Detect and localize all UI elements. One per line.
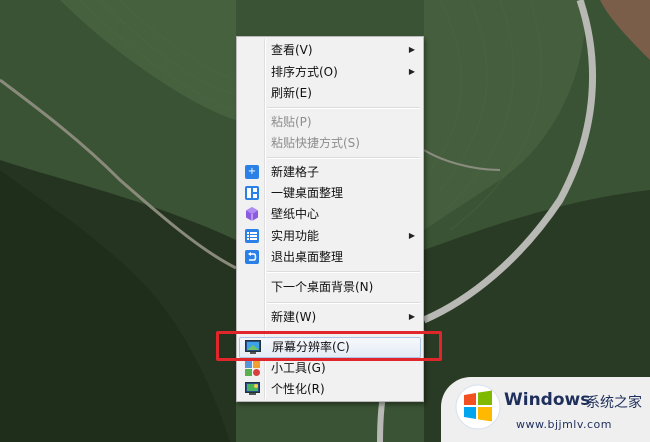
- desktop-wallpaper[interactable]: 查看(V) ▶ 排序方式(O) ▶ 刷新(E) 粘贴(P) 粘贴快捷方式(S) …: [0, 0, 650, 442]
- submenu-arrow-icon: ▶: [408, 231, 415, 240]
- menu-separator: [267, 157, 420, 159]
- menu-item-refresh[interactable]: 刷新(E): [239, 83, 421, 103]
- menu-item-label: 刷新(E): [271, 86, 312, 100]
- menu-item-personalize[interactable]: 个性化(R): [239, 379, 421, 399]
- personalize-icon: [245, 382, 260, 396]
- menu-item-label: 下一个桌面背景(N): [271, 280, 374, 294]
- highlight-box: [216, 331, 442, 361]
- submenu-arrow-icon: ▶: [408, 312, 415, 321]
- menu-item-label: 壁纸中心: [271, 207, 320, 221]
- watermark-url: www.bjjmlv.com: [516, 418, 612, 431]
- watermark-badge: Windows 系统之家 www.bjjmlv.com: [441, 377, 650, 442]
- menu-item-new[interactable]: 新建(W) ▶: [239, 307, 421, 327]
- menu-item-label: 小工具(G): [271, 361, 326, 375]
- menu-item-label: 查看(V): [271, 43, 313, 57]
- menu-item-paste-shortcut: 粘贴快捷方式(S): [239, 133, 421, 153]
- submenu-arrow-icon: ▶: [408, 45, 415, 54]
- menu-separator: [267, 302, 420, 304]
- watermark-brand: Windows: [504, 390, 591, 410]
- menu-item-label: 个性化(R): [271, 382, 325, 396]
- plus-icon: +: [245, 165, 259, 179]
- menu-item-label: 一键桌面整理: [271, 186, 344, 200]
- menu-item-label: 退出桌面整理: [271, 250, 344, 264]
- menu-item-label: 粘贴快捷方式(S): [271, 136, 360, 150]
- layout-icon: [245, 186, 259, 200]
- watermark-brand-cn: 系统之家: [586, 395, 642, 411]
- menu-item-sort-by[interactable]: 排序方式(O) ▶: [239, 62, 421, 82]
- submenu-arrow-icon: ▶: [408, 67, 415, 76]
- menu-item-utilities[interactable]: 实用功能 ▶: [239, 226, 421, 246]
- menu-item-gadgets[interactable]: 小工具(G): [239, 358, 421, 378]
- windows-logo-icon: [455, 384, 501, 430]
- menu-item-label: 实用功能: [271, 229, 320, 243]
- menu-item-new-grid[interactable]: + 新建格子: [239, 162, 421, 182]
- menu-item-label: 粘贴(P): [271, 115, 312, 129]
- menu-item-label: 排序方式(O): [271, 65, 338, 79]
- menu-item-paste: 粘贴(P): [239, 112, 421, 132]
- exit-icon: [245, 250, 259, 264]
- menu-item-next-background[interactable]: 下一个桌面背景(N): [239, 277, 421, 297]
- menu-separator: [267, 271, 420, 273]
- gadgets-icon: [245, 361, 260, 376]
- menu-item-label: 新建(W): [271, 310, 317, 324]
- menu-separator: [267, 107, 420, 109]
- menu-item-label: 新建格子: [271, 165, 320, 179]
- menu-item-exit-organize[interactable]: 退出桌面整理: [239, 247, 421, 267]
- list-icon: [245, 229, 259, 243]
- cube-icon: [245, 207, 259, 221]
- menu-item-wallpaper-center[interactable]: 壁纸中心: [239, 204, 421, 224]
- menu-item-view[interactable]: 查看(V) ▶: [239, 40, 421, 60]
- menu-item-organize-desktop[interactable]: 一键桌面整理: [239, 183, 421, 203]
